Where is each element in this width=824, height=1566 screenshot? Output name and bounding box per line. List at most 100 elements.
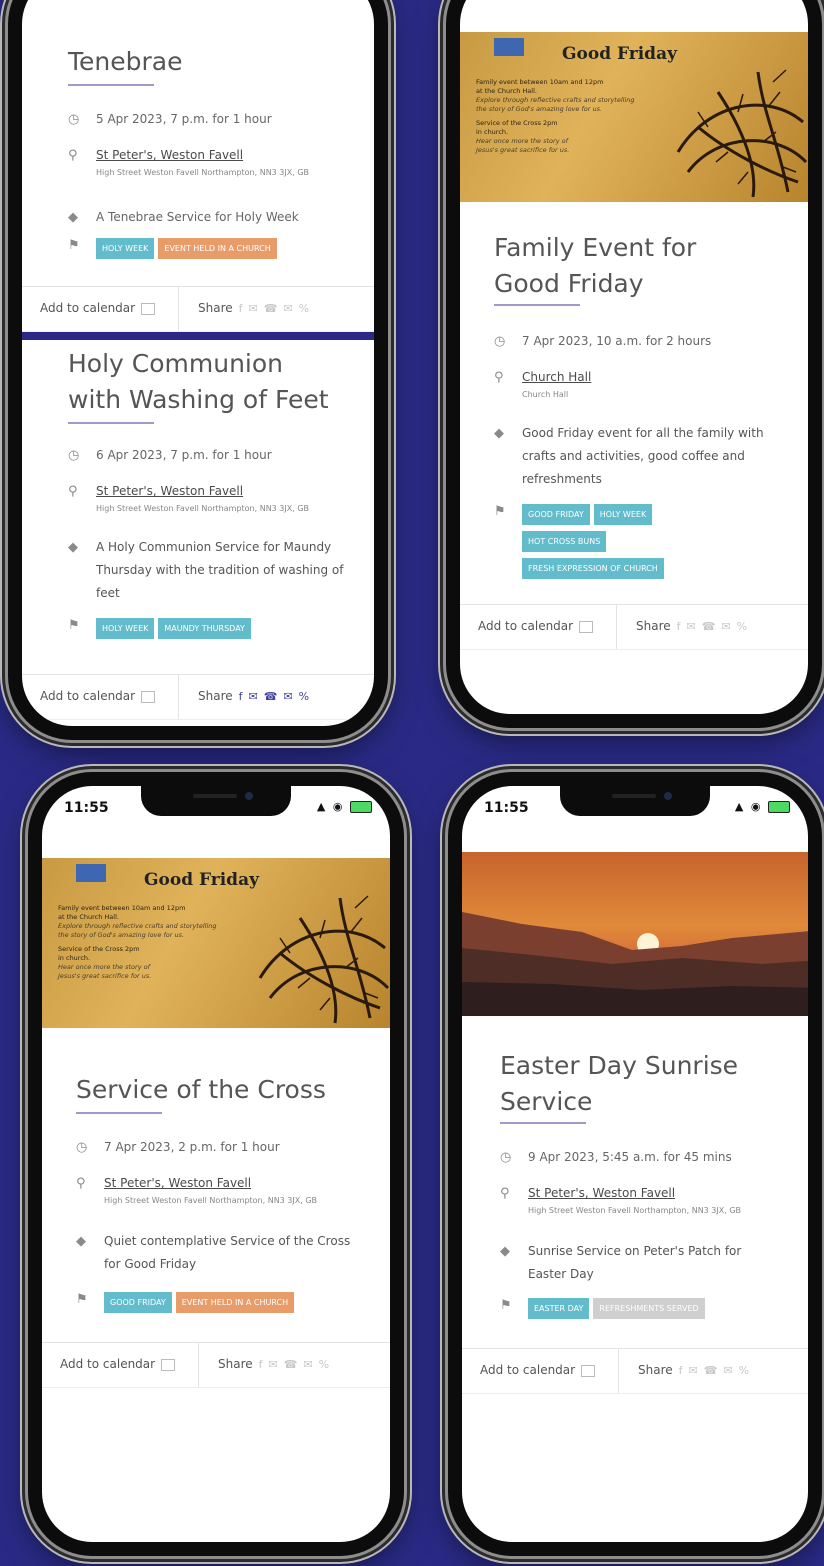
facebook-icon[interactable]: f <box>239 302 243 315</box>
facebook-icon[interactable]: f <box>677 620 681 633</box>
twitter-icon[interactable]: ✉ <box>269 1358 278 1371</box>
tag[interactable]: HOLY WEEK <box>96 238 155 259</box>
twitter-icon[interactable]: ✉ <box>689 1364 698 1377</box>
share-group: Share f ✉ ☎ ✉% <box>638 1363 749 1377</box>
tag[interactable]: HOLY WEEK <box>593 504 653 525</box>
share-label: Share <box>198 689 233 703</box>
battery-icon <box>768 801 790 813</box>
tag-icon: ⚑ <box>68 618 80 633</box>
add-to-calendar-button[interactable]: Add to calendar <box>480 1363 596 1377</box>
facebook-icon[interactable]: f <box>259 1358 263 1371</box>
copy-link-icon[interactable]: % <box>299 690 309 703</box>
banner-line: the story of God's amazing love for us. <box>58 931 185 939</box>
title-line: Family Event for <box>494 233 697 262</box>
banner-heading: Good Friday <box>562 44 677 64</box>
title-underline <box>76 1112 162 1114</box>
wifi-icon: ◉ <box>332 800 345 813</box>
banner-line: Service of the Cross 2pm <box>58 945 140 953</box>
whatsapp-icon[interactable]: ☎ <box>264 302 278 315</box>
tag[interactable]: FRESH EXPRESSION OF CHURCH <box>522 558 664 579</box>
calendar-icon <box>141 690 156 703</box>
venue-link[interactable]: St Peter's, Weston Favell <box>528 1186 675 1200</box>
event-title: Tenebrae <box>68 47 183 76</box>
twitter-icon[interactable]: ✉ <box>687 620 696 633</box>
battery-icon <box>350 801 372 813</box>
footer-divider <box>618 1349 619 1393</box>
banner-line: Family event between 10am and 12pm <box>58 904 186 912</box>
banner-line: Explore through reflective crafts and st… <box>58 922 217 930</box>
facebook-icon[interactable]: f <box>679 1364 683 1377</box>
footer-divider <box>198 1343 199 1387</box>
signal-icon: ▲ <box>734 800 746 813</box>
whatsapp-icon[interactable]: ☎ <box>704 1364 718 1377</box>
title-underline <box>500 1122 586 1124</box>
venue-link[interactable]: Church Hall <box>522 370 591 384</box>
tag-list: GOOD FRIDAY EVENT HELD IN A CHURCH <box>104 1290 384 1317</box>
email-icon[interactable]: ✉ <box>721 620 730 633</box>
venue-link[interactable]: St Peter's, Weston Favell <box>104 1176 251 1190</box>
copy-link-icon[interactable]: % <box>319 1358 329 1371</box>
email-icon[interactable]: ✉ <box>283 690 292 703</box>
copy-link-icon[interactable]: % <box>737 620 747 633</box>
tag[interactable]: HOT CROSS BUNS <box>522 531 607 552</box>
twitter-icon[interactable]: ✉ <box>249 302 258 315</box>
tag[interactable]: REFRESHMENTS SERVED <box>593 1298 705 1319</box>
tag[interactable]: EVENT HELD IN A CHURCH <box>158 238 277 259</box>
email-icon[interactable]: ✉ <box>283 302 292 315</box>
tag[interactable]: EVENT HELD IN A CHURCH <box>175 1292 295 1313</box>
add-to-calendar-label: Add to calendar <box>60 1357 156 1371</box>
title-underline <box>68 84 154 86</box>
add-to-calendar-button[interactable]: Add to calendar <box>40 301 156 315</box>
banner-line: the story of God's amazing love for us. <box>476 105 603 113</box>
banner-heading: Good Friday <box>144 870 259 890</box>
card-footer: Add to calendar Share f ✉ ☎ ✉% <box>42 1342 390 1388</box>
tag[interactable]: GOOD FRIDAY <box>522 504 590 525</box>
add-to-calendar-button[interactable]: Add to calendar <box>478 619 594 633</box>
location-icon: ⚲ <box>500 1186 510 1201</box>
venue-link[interactable]: St Peter's, Weston Favell <box>96 148 243 162</box>
banner-line: Jesus's great sacrifice for us. <box>476 146 570 154</box>
clock-icon: ◷ <box>68 112 80 127</box>
tag-list: EASTER DAY REFRESHMENTS SERVED <box>528 1296 808 1323</box>
add-to-calendar-button[interactable]: Add to calendar <box>60 1357 176 1371</box>
title-underline <box>494 304 580 306</box>
tag[interactable]: EASTER DAY <box>528 1298 590 1319</box>
venue-link[interactable]: St Peter's, Weston Favell <box>96 484 243 498</box>
share-group: Share f ✉ ☎ ✉% <box>198 689 309 703</box>
tag[interactable]: GOOD FRIDAY <box>104 1292 172 1313</box>
facebook-icon[interactable]: f <box>239 690 243 703</box>
twitter-icon[interactable]: ✉ <box>249 690 258 703</box>
whatsapp-icon[interactable]: ☎ <box>264 690 278 703</box>
description-line: Quiet contemplative Service of the Cross <box>104 1234 351 1248</box>
whatsapp-icon[interactable]: ☎ <box>702 620 716 633</box>
description-line: refreshments <box>522 472 602 486</box>
description-line: feet <box>96 586 120 600</box>
banner-line: Explore through reflective crafts and st… <box>476 96 635 104</box>
whatsapp-icon[interactable]: ☎ <box>284 1358 298 1371</box>
email-icon[interactable]: ✉ <box>723 1364 732 1377</box>
info-icon: ◆ <box>68 540 78 555</box>
phone-tenebrae: Tenebrae ◷ 5 Apr 2023, 7 p.m. for 1 hour… <box>8 0 388 740</box>
event-date: 7 Apr 2023, 10 a.m. for 2 hours <box>522 334 712 348</box>
copy-link-icon[interactable]: % <box>299 302 309 315</box>
clock-icon: ◷ <box>494 334 506 349</box>
tag[interactable]: HOLY WEEK <box>96 618 155 639</box>
venue-address: High Street Weston Favell Northampton, N… <box>96 504 310 513</box>
sunrise-image <box>462 912 808 1016</box>
email-icon[interactable]: ✉ <box>303 1358 312 1371</box>
location-icon: ⚲ <box>76 1176 86 1191</box>
banner-line: at the Church Hall. <box>58 913 119 921</box>
tag-list: HOLY WEEK EVENT HELD IN A CHURCH <box>96 236 356 263</box>
clock-icon: ◷ <box>76 1140 88 1155</box>
copy-link-icon[interactable]: % <box>739 1364 749 1377</box>
event-description: Sunrise Service on Peter's Patch for Eas… <box>528 1240 798 1286</box>
add-to-calendar-label: Add to calendar <box>478 619 574 633</box>
tag-icon: ⚑ <box>68 238 80 253</box>
description-line: crafts and activities, good coffee and <box>522 449 745 463</box>
tag[interactable]: MAUNDY THURSDAY <box>158 618 251 639</box>
add-to-calendar-button[interactable]: Add to calendar <box>40 689 156 703</box>
event-description: Good Friday event for all the family wit… <box>522 422 802 491</box>
share-group: Share f ✉ ☎ ✉% <box>218 1357 329 1371</box>
venue-address: High Street Weston Favell Northampton, N… <box>96 168 310 177</box>
banner-line: in church. <box>476 128 509 136</box>
